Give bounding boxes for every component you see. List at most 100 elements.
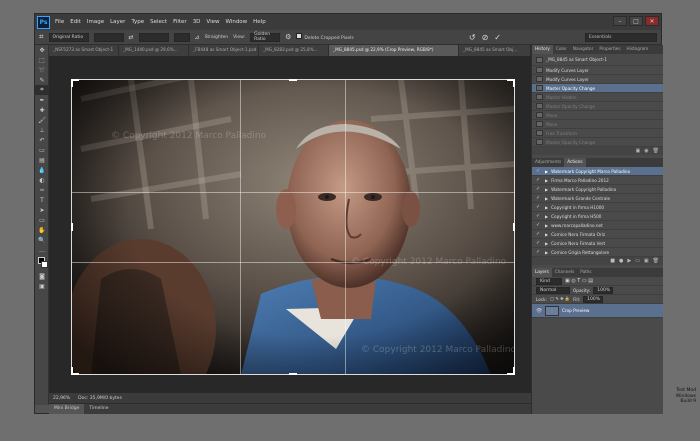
menu-view[interactable]: View <box>206 19 219 25</box>
photo-portrait[interactable]: © Copyright 2012 Marco Palladino © Copyr… <box>71 79 515 375</box>
stop-icon[interactable]: ■ <box>610 258 615 264</box>
tab-navigator[interactable]: Navigator <box>570 45 597 54</box>
menu-type[interactable]: Type <box>131 19 144 25</box>
checkbox-icon[interactable] <box>296 33 303 39</box>
menu-filter[interactable]: Filter <box>173 19 187 25</box>
zoom-tool-icon[interactable]: 🔍 <box>35 235 49 245</box>
check-icon[interactable]: ✓ <box>536 222 542 228</box>
check-icon[interactable]: ✓ <box>536 213 542 219</box>
lock-icons[interactable]: ▢ ✎ ✥ 🔒 <box>550 296 570 302</box>
cancel-icon[interactable]: ⊘ <box>482 33 489 42</box>
check-icon[interactable]: ✓ <box>536 168 542 174</box>
check-icon[interactable]: ✓ <box>536 204 542 210</box>
expand-triangle-icon[interactable]: ▶ <box>545 232 548 237</box>
eraser-tool-icon[interactable]: ▭ <box>35 145 49 155</box>
check-icon[interactable]: ✓ <box>536 231 542 237</box>
crop-border[interactable] <box>71 79 515 375</box>
reset-icon[interactable]: ↺ <box>469 33 476 42</box>
action-item[interactable]: ✓ ▶ Cornice Grigia Rettangolare <box>532 248 663 257</box>
tab-mini-bridge[interactable]: Mini Bridge <box>49 404 85 414</box>
close-icon[interactable]: ✕ <box>645 16 659 26</box>
action-item[interactable]: ✓ ▶ www.marcopalladino.net <box>532 221 663 230</box>
layer-row-selected[interactable]: 👁 Crop Preview <box>532 304 663 318</box>
crop-handle[interactable] <box>71 367 79 375</box>
zoom-level[interactable]: 22,96% <box>53 396 70 401</box>
crop-handle[interactable] <box>507 79 515 87</box>
height-field[interactable] <box>138 32 169 42</box>
tab-actions[interactable]: Actions <box>564 158 586 167</box>
width-field[interactable] <box>93 32 124 42</box>
expand-triangle-icon[interactable]: ▶ <box>545 250 548 255</box>
expand-triangle-icon[interactable]: ▶ <box>545 214 548 219</box>
crop-handle[interactable] <box>71 223 73 231</box>
action-item[interactable]: ✓ ▶ Cornice Nera Firmata Oriz <box>532 230 663 239</box>
tab-histogram[interactable]: Histogram <box>624 45 652 54</box>
expand-triangle-icon[interactable]: ▶ <box>545 187 548 192</box>
dodge-tool-icon[interactable]: ◐ <box>35 175 49 185</box>
crop-handle[interactable] <box>289 79 297 81</box>
expand-triangle-icon[interactable]: ▶ <box>545 205 548 210</box>
tab-paths[interactable]: Paths <box>577 268 594 277</box>
new-action-icon[interactable]: ▣ <box>644 258 649 264</box>
check-icon[interactable]: ✓ <box>536 240 542 246</box>
tab-color[interactable]: Color <box>553 45 570 54</box>
crop-handle[interactable] <box>507 367 515 375</box>
history-item[interactable]: Move <box>532 111 663 120</box>
action-item[interactable]: ✓ ▶ Copyright in firma H500 <box>532 212 663 221</box>
expand-triangle-icon[interactable]: ▶ <box>545 169 548 174</box>
fill-field[interactable]: 100% <box>583 295 604 303</box>
canvas-area[interactable]: © Copyright 2012 Marco Palladino © Copyr… <box>49 56 531 393</box>
check-icon[interactable]: ✓ <box>536 195 542 201</box>
expand-triangle-icon[interactable]: ▶ <box>545 223 548 228</box>
brush-tool-icon[interactable]: 🖌 <box>35 115 49 125</box>
check-icon[interactable]: ✓ <box>536 186 542 192</box>
type-tool-icon[interactable]: T <box>35 195 49 205</box>
camera-icon[interactable]: ◉ <box>644 148 648 154</box>
trash-icon[interactable]: 🗑 <box>653 258 659 264</box>
ratio-select[interactable]: Original Ratio <box>48 32 89 42</box>
expand-triangle-icon[interactable]: ▶ <box>545 241 548 246</box>
minimize-icon[interactable]: – <box>613 16 627 26</box>
action-item[interactable]: ✓ ▶ Watermark Copyright Palladino <box>532 185 663 194</box>
extra-tool-icon[interactable]: … <box>35 245 49 255</box>
crop-tool-icon[interactable]: ⌗ <box>39 32 44 42</box>
opacity-field[interactable]: 100% <box>593 286 614 294</box>
doc-tab[interactable]: _FB448 as Smart Object-1.psd <box>189 45 259 56</box>
doc-size[interactable]: Doc: 35,9M/0 bytes <box>78 396 122 401</box>
blur-tool-icon[interactable]: 💧 <box>35 165 49 175</box>
crop-handle[interactable] <box>71 79 79 87</box>
stamp-tool-icon[interactable]: ⊥ <box>35 125 49 135</box>
hand-tool-icon[interactable]: ✋ <box>35 225 49 235</box>
menu-3d[interactable]: 3D <box>193 19 201 25</box>
menu-file[interactable]: File <box>55 19 64 25</box>
new-document-icon[interactable]: ▣ <box>636 148 641 154</box>
delete-cropped-checkbox[interactable]: Delete Cropped Pixels <box>296 33 354 41</box>
history-item[interactable]: Move <box>532 120 663 129</box>
maximize-icon[interactable]: □ <box>629 16 643 26</box>
straighten-label[interactable]: Straighten <box>205 35 229 40</box>
menu-select[interactable]: Select <box>150 19 167 25</box>
lasso-tool-icon[interactable]: ➰ <box>35 65 49 75</box>
action-item[interactable]: ✓ ▶ Watermark Grande Centrale <box>532 194 663 203</box>
visibility-eye-icon[interactable]: 👁 <box>536 308 542 314</box>
trash-icon[interactable]: 🗑 <box>653 148 659 154</box>
action-item-selected[interactable]: ✓ ▶ Watermark Copyright Marco Palladino <box>532 167 663 176</box>
history-brush-tool-icon[interactable]: ↶ <box>35 135 49 145</box>
history-item-selected[interactable]: Master Opacity Change <box>532 84 663 93</box>
gear-icon[interactable]: ⚙ <box>285 33 291 41</box>
action-item[interactable]: ✓ ▶ Firma Marco Palladino 2012 <box>532 176 663 185</box>
menu-layer[interactable]: Layer <box>110 19 125 25</box>
action-item[interactable]: ✓ ▶ Cornice Nera Firmata Vert <box>532 239 663 248</box>
expand-triangle-icon[interactable]: ▶ <box>545 178 548 183</box>
tab-properties[interactable]: Properties <box>596 45 623 54</box>
doc-tab[interactable]: _MG_8283.psd @ 25,8%... <box>259 45 329 56</box>
crop-handle[interactable] <box>513 223 515 231</box>
check-icon[interactable]: ✓ <box>536 177 542 183</box>
doc-tab[interactable]: _NSF5273 as Smart Object-1 <box>49 45 119 56</box>
tab-timeline[interactable]: Timeline <box>84 404 113 414</box>
folder-icon[interactable]: ▭ <box>635 258 640 264</box>
commit-check-icon[interactable]: ✓ <box>494 33 501 42</box>
view-select[interactable]: Golden Ratio <box>250 32 281 42</box>
filter-icons[interactable]: ▣ ◎ T ▭ ▤ <box>565 278 593 284</box>
record-icon[interactable]: ● <box>619 258 623 264</box>
